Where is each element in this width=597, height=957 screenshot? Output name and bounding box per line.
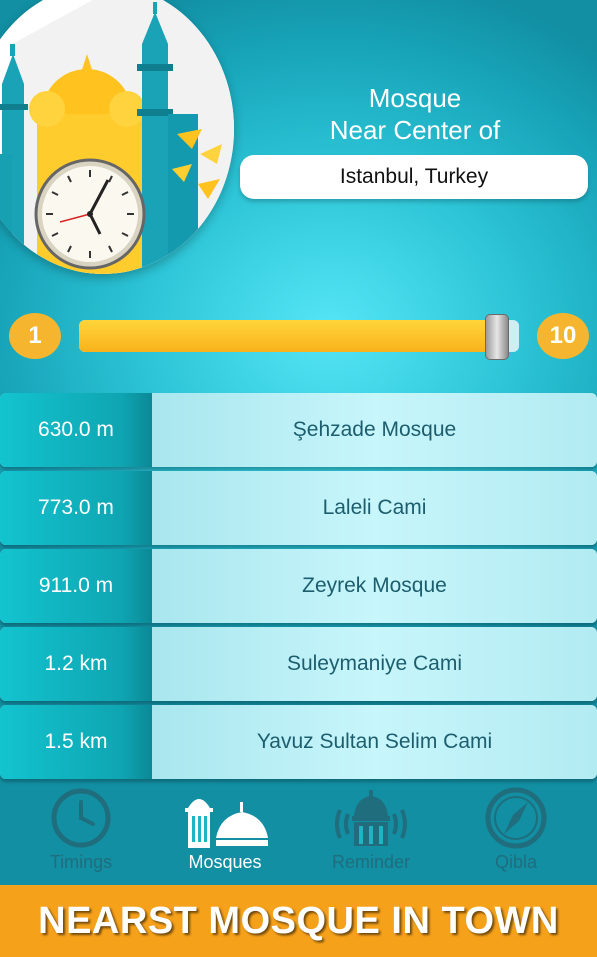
- nav-timings[interactable]: Timings: [16, 786, 146, 873]
- mosque-clock-illustration: [0, 0, 234, 274]
- distance-label: 1.5 km: [0, 705, 152, 779]
- nav-label: Qibla: [494, 852, 538, 872]
- title-line-2: Near Center of: [329, 115, 501, 145]
- nav-reminder[interactable]: Reminder: [306, 786, 436, 873]
- mosque-name: Laleli Cami: [152, 471, 597, 545]
- banner-text: NEARST MOSQUE IN TOWN: [38, 899, 559, 942]
- page-title: Mosque Near Center of: [240, 82, 590, 146]
- list-item[interactable]: 1.5 km Yavuz Sultan Selim Cami: [0, 705, 597, 779]
- nav-label: Reminder: [331, 852, 411, 872]
- title-line-1: Mosque: [368, 83, 462, 113]
- distance-label: 630.0 m: [0, 393, 152, 467]
- nav-qibla[interactable]: Qibla: [451, 786, 581, 873]
- radius-slider[interactable]: [79, 320, 519, 352]
- mosque-sound-icon: [335, 790, 407, 846]
- distance-label: 911.0 m: [0, 549, 152, 623]
- slider-min-badge: 1: [9, 313, 61, 359]
- list-item[interactable]: 911.0 m Zeyrek Mosque: [0, 549, 597, 623]
- nav-label: Mosques: [188, 852, 262, 872]
- slider-fill: [79, 320, 496, 352]
- mosque-icon: [185, 799, 268, 848]
- mosque-name: Zeyrek Mosque: [152, 549, 597, 623]
- location-field[interactable]: Istanbul, Turkey: [240, 155, 588, 199]
- list-item[interactable]: 630.0 m Şehzade Mosque: [0, 393, 597, 467]
- slider-max-badge: 10: [537, 313, 589, 359]
- nav-mosques[interactable]: Mosques: [160, 786, 290, 873]
- promo-banner: NEARST MOSQUE IN TOWN: [0, 885, 597, 957]
- mosque-name: Suleymaniye Cami: [152, 627, 597, 701]
- mosque-list: 630.0 m Şehzade Mosque 773.0 m Laleli Ca…: [0, 393, 597, 783]
- location-text: Istanbul, Turkey: [339, 165, 489, 188]
- slider-thumb[interactable]: [485, 314, 509, 360]
- app-logo: [0, 0, 234, 274]
- distance-label: 773.0 m: [0, 471, 152, 545]
- list-item[interactable]: 1.2 km Suleymaniye Cami: [0, 627, 597, 701]
- nav-label: Timings: [49, 852, 113, 872]
- mosque-name: Şehzade Mosque: [152, 393, 597, 467]
- clock-icon: [51, 788, 111, 848]
- bottom-navigation: Timings Mosques Reminder Qibla: [0, 780, 597, 885]
- mosque-name: Yavuz Sultan Selim Cami: [152, 705, 597, 779]
- list-item[interactable]: 773.0 m Laleli Cami: [0, 471, 597, 545]
- distance-label: 1.2 km: [0, 627, 152, 701]
- compass-icon: [485, 787, 547, 849]
